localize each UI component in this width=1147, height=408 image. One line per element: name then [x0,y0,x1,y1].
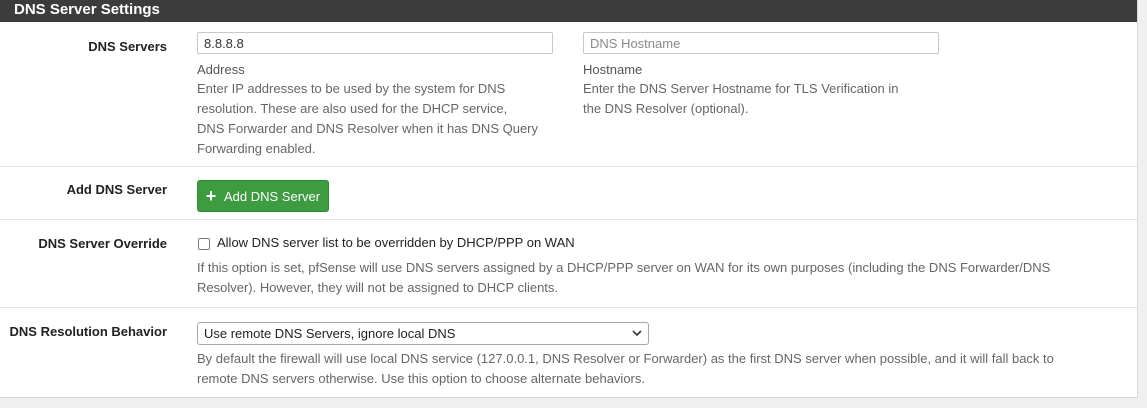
address-sublabel: Address [197,62,245,77]
dns-resolution-behavior-label: DNS Resolution Behavior [9,324,167,339]
address-help-line: DNS Forwarder and DNS Resolver when it h… [197,121,539,136]
address-help-line: resolution. These are also used for the … [197,101,508,116]
add-dns-server-row: Add DNS Server + Add DNS Server [0,166,1137,220]
dns-servers-label: DNS Servers [88,39,167,54]
add-dns-server-button-label: Add DNS Server [224,188,321,204]
dns-server-address-input[interactable] [197,32,553,54]
dns-resolution-behavior-row: DNS Resolution Behavior Use remote DNS S… [0,307,1137,397]
address-help-line: Enter IP addresses to be used by the sys… [197,81,506,96]
override-help-line: If this option is set, pfSense will use … [197,260,1051,275]
add-dns-server-label: Add DNS Server [66,182,167,197]
add-dns-server-button[interactable]: + Add DNS Server [197,180,330,212]
hostname-sublabel: Hostname [583,62,643,77]
override-checkbox-label[interactable]: Allow DNS server list to be overridden b… [217,235,575,250]
resolution-help-line: remote DNS servers otherwise. Use this o… [197,371,645,386]
dns-server-override-row: DNS Server Override Allow DNS server lis… [0,219,1137,308]
dns-server-settings-panel: DNS Server Settings DNS Servers Address … [0,0,1138,398]
dns-resolution-selected-value: Use remote DNS Servers, ignore local DNS [204,326,456,341]
hostname-help: Enter the DNS Server Hostname for TLS Ve… [583,79,953,119]
override-help-line: Resolver). However, they will not be ass… [197,280,559,295]
address-help: Enter IP addresses to be used by the sys… [197,79,567,159]
hostname-help-line: the DNS Resolver (optional). [583,101,749,116]
dns-server-override-label: DNS Server Override [38,236,167,251]
address-help-line: Forwarding enabled. [197,141,316,156]
override-help: If this option is set, pfSense will use … [197,258,1127,298]
resolution-help-line: By default the firewall will use local D… [197,351,1054,366]
dns-resolution-select[interactable]: Use remote DNS Servers, ignore local DNS [197,322,649,345]
dns-servers-row: DNS Servers Address Enter IP addresses t… [0,22,1137,167]
plus-icon: + [205,186,217,206]
resolution-help: By default the firewall will use local D… [197,349,1127,389]
dns-hostname-input[interactable] [583,32,939,54]
panel-title: DNS Server Settings [0,0,1137,22]
override-checkbox[interactable] [198,238,210,250]
hostname-help-line: Enter the DNS Server Hostname for TLS Ve… [583,81,899,96]
chevron-down-icon [632,330,642,337]
